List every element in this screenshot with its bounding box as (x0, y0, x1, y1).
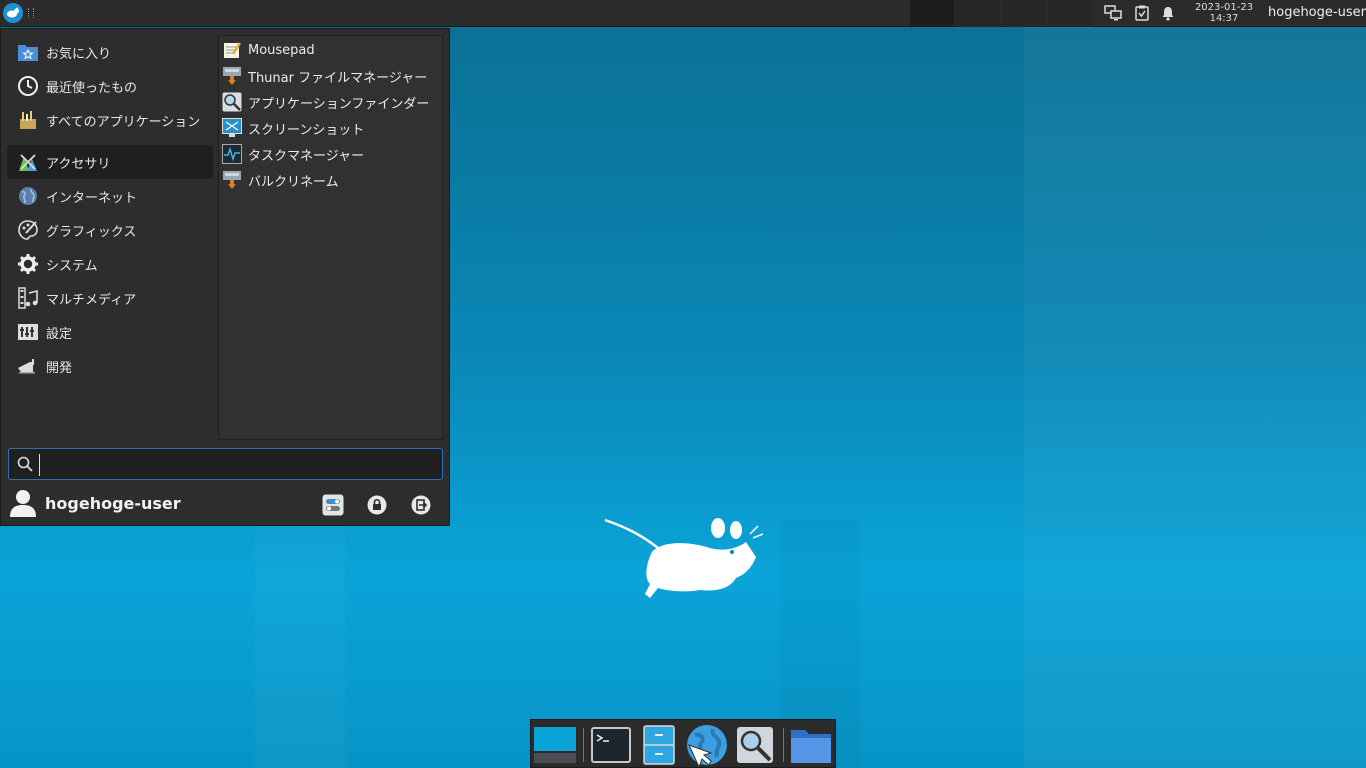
bottom-dock (530, 719, 836, 768)
menu-user: hogehoge-user (9, 488, 181, 518)
app-item-screenshot[interactable]: スクリーンショット (219, 115, 442, 141)
app-item-bulk-rename[interactable]: バルクリネーム (219, 167, 442, 193)
xfce-mouse-logo-icon (604, 518, 764, 598)
app-label: アプリケーションファインダー (248, 96, 430, 112)
all-apps-icon (17, 109, 39, 131)
panel-handle[interactable] (28, 8, 34, 18)
category-favorites[interactable]: お気に入り (7, 35, 213, 69)
show-desktop-icon (534, 727, 576, 763)
category-label: 開発 (46, 360, 73, 376)
category-label: 設定 (46, 326, 73, 342)
app-label: タスクマネージャー (248, 148, 365, 164)
lock-icon (367, 495, 387, 515)
development-icon (17, 355, 39, 377)
category-development[interactable]: 開発 (7, 349, 213, 383)
search-icon (17, 456, 33, 472)
workspace-4[interactable] (1048, 0, 1092, 27)
home-folder-icon (791, 730, 831, 763)
dock-terminal[interactable] (589, 723, 633, 767)
app-finder-icon (737, 727, 773, 763)
whisker-menu: お気に入り 最近使ったもの すべてのアプリケーション アクセサリ インターネット… (0, 28, 450, 526)
menu-user-name: hogehoge-user (45, 493, 181, 513)
avatar (10, 490, 36, 517)
app-label: スクリーンショット (248, 122, 365, 138)
workspace-2[interactable] (956, 0, 1000, 27)
lock-screen-button[interactable] (366, 494, 388, 516)
category-label: システム (46, 258, 98, 274)
network-icon[interactable] (1104, 4, 1122, 22)
taskmanager-icon (222, 144, 242, 164)
multimedia-icon (17, 287, 39, 309)
app-item-appfinder[interactable]: アプリケーションファインダー (219, 89, 442, 115)
category-accessories[interactable]: アクセサリ (7, 145, 213, 179)
whisker-menu-button[interactable] (3, 3, 23, 23)
category-label: 最近使ったもの (46, 80, 138, 96)
panel-user-name[interactable]: hogehoge-user (1268, 5, 1366, 20)
category-settings[interactable]: 設定 (7, 315, 213, 349)
settings-manager-button[interactable] (322, 494, 344, 516)
favorites-icon (17, 41, 39, 63)
accessories-icon (17, 151, 39, 173)
dock-file-manager[interactable] (637, 723, 681, 767)
app-label: Thunar ファイルマネージャー (248, 70, 428, 86)
app-label: Mousepad (248, 42, 315, 58)
dock-web-browser[interactable] (685, 723, 729, 767)
dock-home-folder[interactable] (789, 723, 833, 767)
category-label: すべてのアプリケーション (46, 114, 201, 130)
category-label: お気に入り (46, 46, 112, 62)
terminal-icon (591, 727, 631, 763)
notification-bell-icon[interactable] (1159, 4, 1177, 22)
top-panel: 2023-01-23 14:37 hogehoge-user (0, 0, 1366, 27)
category-all-apps[interactable]: すべてのアプリケーション (7, 103, 213, 137)
graphics-icon (17, 219, 39, 241)
file-manager-icon (643, 725, 675, 765)
app-item-taskmanager[interactable]: タスクマネージャー (219, 141, 442, 167)
recent-icon (17, 75, 39, 97)
settings-toggle-icon (322, 494, 344, 516)
panel-clock[interactable]: 2023-01-23 14:37 (1186, 2, 1262, 24)
search-input[interactable] (39, 454, 440, 476)
system-icon (17, 253, 39, 275)
category-label: アクセサリ (46, 156, 111, 172)
app-item-thunar[interactable]: Thunar ファイルマネージャー (219, 63, 442, 89)
wallpaper-stripe (255, 520, 345, 768)
category-label: グラフィックス (46, 224, 137, 240)
dock-app-finder[interactable] (733, 723, 777, 767)
clipboard-icon[interactable] (1133, 4, 1151, 22)
app-item-mousepad[interactable]: Mousepad (219, 37, 442, 63)
workspace-1[interactable] (910, 0, 954, 27)
search-box[interactable] (8, 448, 443, 480)
category-label: インターネット (46, 190, 138, 206)
xfce-mouse-icon (7, 7, 19, 18)
category-system[interactable]: システム (7, 247, 213, 281)
logout-button[interactable] (410, 494, 432, 516)
appfinder-icon (222, 92, 242, 112)
mousepad-icon (222, 40, 242, 60)
category-list: お気に入り 最近使ったもの すべてのアプリケーション アクセサリ インターネット… (7, 35, 213, 383)
bulk-rename-icon (222, 170, 242, 190)
dock-separator (783, 728, 784, 762)
dock-separator (583, 728, 584, 762)
thunar-icon (222, 66, 242, 86)
category-label: マルチメディア (46, 292, 137, 308)
web-browser-icon (687, 725, 727, 767)
logout-icon (411, 495, 431, 515)
settings-icon (17, 321, 39, 343)
dock-show-desktop[interactable] (533, 723, 577, 767)
application-list: Mousepad Thunar ファイルマネージャー アプリケーションファインダ… (218, 35, 443, 440)
category-recent[interactable]: 最近使ったもの (7, 69, 213, 103)
internet-icon (17, 185, 39, 207)
category-multimedia[interactable]: マルチメディア (7, 281, 213, 315)
clock-date: 2023-01-23 (1194, 2, 1254, 13)
clock-time: 14:37 (1209, 13, 1239, 24)
category-internet[interactable]: インターネット (7, 179, 213, 213)
workspace-3[interactable] (1002, 0, 1046, 27)
screenshot-icon (222, 118, 242, 138)
category-graphics[interactable]: グラフィックス (7, 213, 213, 247)
wallpaper-stripe (1024, 0, 1366, 768)
app-label: バルクリネーム (248, 174, 339, 190)
